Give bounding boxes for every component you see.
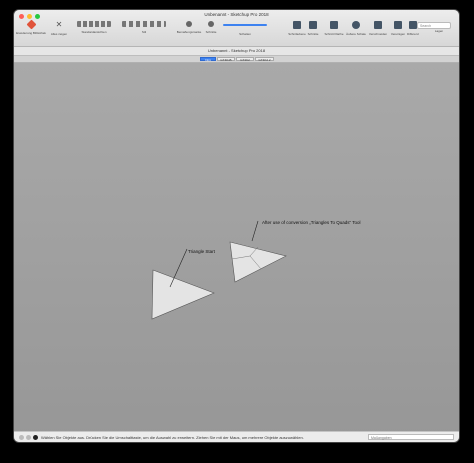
scene-svg: Triangle Start After use of conversion „… bbox=[151, 220, 360, 320]
toolbar-show-all-button[interactable]: ✕ Alles zeigen bbox=[44, 21, 74, 43]
toolbar-extension-library-button[interactable]: Erweiterung Bibliothek bbox=[16, 19, 46, 43]
toolbar-style-group[interactable]: Stil bbox=[119, 21, 169, 43]
toolbar-section-face-button[interactable]: Schnitt Fläche bbox=[322, 21, 346, 43]
document-title-bar: Unbenannt - Sketchup Pro 2018 bbox=[14, 47, 459, 56]
triangle-start-label: Triangle Start bbox=[188, 249, 216, 254]
window-title: Unbenannt - Sketchup Pro 2018 bbox=[204, 12, 269, 17]
toolbar-shadow-slider[interactable]: Schatten bbox=[220, 21, 270, 43]
converted-triangle-shape[interactable] bbox=[229, 241, 287, 283]
measurements-field[interactable]: Maßangaben bbox=[368, 434, 454, 440]
shadow-icon bbox=[223, 24, 267, 26]
toolbar-layers-button[interactable]: Lagen bbox=[422, 21, 456, 43]
app-window: Unbenannt - Sketchup Pro 2018 Erweiterun… bbox=[14, 10, 459, 442]
move-icon: ✕ bbox=[55, 20, 63, 29]
info-icon[interactable] bbox=[19, 435, 24, 440]
toolbar-standard-views-group[interactable]: Standardansichten bbox=[74, 21, 114, 43]
union-icon bbox=[394, 21, 402, 29]
scene-tab-gt4k2-2[interactable]: GT4K2 2 bbox=[255, 57, 274, 62]
section-plane-icon bbox=[293, 21, 301, 29]
status-bar: Wählen Sie Objekte aus. Drücken Sie die … bbox=[14, 431, 459, 442]
toolbar-outer-shell-button[interactable]: Äußere Schale bbox=[344, 21, 368, 43]
section-icon bbox=[208, 21, 214, 27]
document-title: Unbenannt - Sketchup Pro 2018 bbox=[207, 48, 266, 53]
help-icon[interactable] bbox=[26, 435, 31, 440]
toolbar-cut-button[interactable]: Schnitte bbox=[302, 21, 324, 43]
intersect-icon bbox=[374, 21, 382, 29]
cut-icon bbox=[309, 21, 317, 29]
style-icon bbox=[122, 21, 166, 27]
scene-tab-gt4k45[interactable]: GT4K45 bbox=[217, 57, 235, 62]
title-bar: Unbenannt - Sketchup Pro 2018 Erweiterun… bbox=[14, 10, 459, 47]
drawing-canvas[interactable]: Triangle Start After use of conversion „… bbox=[14, 63, 459, 439]
section-face-icon bbox=[330, 21, 338, 29]
scene-tab-gt4k2[interactable]: GT4K2 bbox=[236, 57, 254, 62]
scene-tab-intro[interactable]: Intro bbox=[200, 57, 216, 62]
difference-icon bbox=[409, 21, 417, 29]
converted-triangle-leader bbox=[251, 220, 259, 242]
views-icon bbox=[77, 21, 111, 27]
status-hint: Wählen Sie Objekte aus. Drücken Sie die … bbox=[41, 435, 304, 440]
scene-tab-bar: Intro GT4K45 GT4K2 GT4K2 2 bbox=[14, 56, 459, 63]
geo-icon bbox=[33, 435, 38, 440]
ruby-icon bbox=[26, 19, 36, 30]
converted-triangle-label: After use of conversion „Triangles To Qu… bbox=[262, 220, 360, 225]
outer-shell-icon bbox=[352, 21, 360, 29]
triangle-start-shape[interactable] bbox=[151, 269, 215, 320]
dimension-icon bbox=[186, 21, 192, 27]
